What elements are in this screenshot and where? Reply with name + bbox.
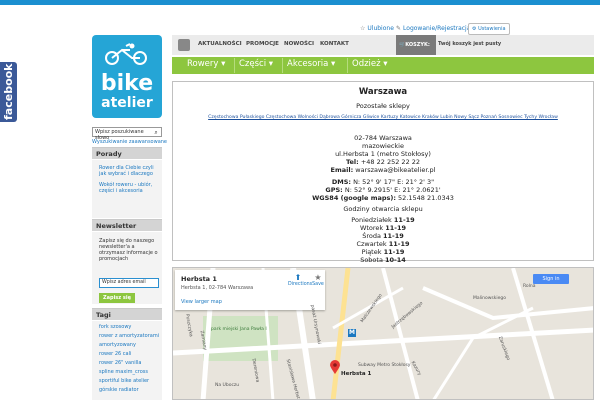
newsletter-email-input[interactable]: Wpisz adres email: [99, 278, 159, 288]
porady-header: Porady: [92, 147, 162, 159]
other-stores-title: Pozostałe sklepy: [356, 102, 410, 110]
map-place-title: Herbsta 1: [181, 275, 217, 283]
search-icon[interactable]: ⌕: [152, 129, 160, 136]
tag-link[interactable]: rower z amortyzatorami: [92, 333, 162, 339]
tag-link[interactable]: amortyzowany: [92, 342, 162, 348]
login-link[interactable]: ✎ Logowanie/Rejestracja: [396, 25, 470, 32]
advanced-search-link[interactable]: Wyszukiwanie zaawansowane: [92, 139, 167, 145]
category-parts[interactable]: Części ▾: [239, 59, 273, 69]
hours-title: Godziny otwarcia sklepu: [343, 205, 423, 213]
store-phone: Tel: +48 22 252 22 22: [345, 158, 421, 166]
logo-word-atelier: atelier: [101, 95, 153, 111]
category-bar: Rowery ▾ Części ▾ Akcesoria ▾ Odzież ▾: [172, 57, 594, 74]
store-address-1: 02-784 Warszawa: [354, 134, 412, 142]
pencil-icon: ✎: [396, 25, 402, 32]
login-label: Logowanie/Rejestracja: [403, 25, 471, 32]
store-city: Warszawa: [358, 87, 408, 97]
bike-icon: [105, 43, 147, 65]
cart-status: Twój koszyk jest pusty: [438, 41, 502, 47]
category-accessories[interactable]: Akcesoria ▾: [287, 59, 335, 69]
main-nav: AKTUALNOŚCI PROMOCJE NOWOŚCI KONTAKT: [172, 35, 594, 55]
porady-link-1[interactable]: Rower dla Ciebie czyli jak wybrać i dlac…: [92, 165, 162, 177]
street-label: Rolna: [523, 284, 536, 289]
category-bikes[interactable]: Rowery ▾: [187, 59, 225, 69]
store-email: Email: warszawa@bikeatelier.pl: [330, 166, 436, 174]
settings-icon: ⚙: [472, 26, 477, 32]
category-clothing[interactable]: Odzież ▾: [352, 59, 388, 69]
facebook-tab[interactable]: facebook: [0, 62, 17, 122]
hours-row: Środa 11-19: [362, 232, 404, 240]
page: bike atelier Wpisz poszukiwane słowo ⌕ W…: [90, 5, 600, 400]
star-icon: ★: [314, 273, 322, 282]
store-address-3: ul.Herbsta 1 (metro Stokłosy): [335, 150, 431, 158]
hours-row: Czwartek 11-19: [356, 240, 410, 248]
save-button[interactable]: ★ Save: [311, 273, 325, 287]
hours-row: Poniedziałek 11-19: [351, 216, 415, 224]
nav-item-news[interactable]: AKTUALNOŚCI: [198, 41, 242, 47]
directions-button[interactable]: ⬆ Directions: [288, 273, 312, 287]
map-place-address: Herbsta 1, 02-784 Warszawa: [181, 285, 254, 291]
favorites-label: Ulubione: [367, 25, 394, 32]
newsletter-subscribe-button[interactable]: Zapisz się: [99, 293, 135, 303]
store-gps: GPS: N: 52° 9.2915' E: 21° 2.0621': [325, 186, 441, 194]
nav-item-promotions[interactable]: PROMOCJE: [246, 41, 279, 47]
map-signin-button[interactable]: Sign in: [533, 274, 569, 284]
tag-link[interactable]: rower 26 cali: [92, 351, 162, 357]
map-info-card: Herbsta 1 Herbsta 1, 02-784 Warszawa Vie…: [175, 270, 325, 310]
divider: [347, 58, 348, 73]
newsletter-box: Zapisz się do naszego newsletter'a a otr…: [92, 232, 162, 304]
tags-box: fork szosowy rower z amortyzatorami amor…: [92, 321, 162, 400]
metro-icon: M: [348, 329, 356, 337]
logo-word-bike: bike: [100, 71, 154, 96]
hours-row: Piątek 11-19: [361, 248, 405, 256]
nav-item-contact[interactable]: KONTAKT: [320, 41, 349, 47]
logo[interactable]: bike atelier: [92, 35, 162, 118]
star-icon: ☆: [360, 25, 366, 32]
tag-link[interactable]: spline maxim_cross: [92, 369, 162, 375]
other-stores-links[interactable]: Częstochowa Pułaskiego Częstochowa Wolno…: [173, 114, 593, 122]
facebook-label: facebook: [2, 63, 15, 121]
newsletter-text: Zapisz się do naszego newsletter'a a otr…: [99, 238, 158, 262]
divider: [282, 58, 283, 73]
divider: [234, 58, 235, 73]
hours-row: Sobota 10-14: [360, 256, 406, 264]
hours-row: Wtorek 11-19: [359, 224, 407, 232]
store-dms: DMS: N: 52° 9' 17" E: 21° 2' 3": [331, 178, 435, 186]
tags-header: Tagi: [92, 308, 162, 320]
tag-link[interactable]: sportiful bike atelier: [92, 378, 162, 384]
settings-button[interactable]: ⚙ Ustawienia: [468, 23, 510, 35]
store-info-panel: Warszawa Pozostałe sklepy Częstochowa Pu…: [172, 81, 594, 264]
newsletter-header: Newsletter: [92, 219, 162, 231]
street-label: Na Uboczu: [215, 383, 240, 388]
map-pin-icon[interactable]: [330, 360, 340, 374]
map-pin-label: Herbsta 1: [341, 371, 372, 377]
nav-item-new[interactable]: NOWOŚCI: [284, 41, 314, 47]
directions-icon: ⬆: [294, 273, 302, 282]
street-label: Malinowskiego: [473, 296, 507, 301]
tag-link[interactable]: rower 26" vanilla: [92, 360, 162, 366]
park-label: park miejski Jana Pawła I: [211, 327, 267, 332]
home-icon[interactable]: [178, 39, 190, 51]
settings-label: Ustawienia: [478, 26, 506, 32]
metro-label: Subway Metro Stokłosy: [358, 363, 411, 368]
porady-box: Rower dla Ciebie czyli jak wybrać i dlac…: [92, 160, 162, 218]
store-wgs: WGS84 (google maps): 52.1548 21.0343: [312, 194, 454, 202]
tag-link[interactable]: górskie radiator: [92, 387, 162, 393]
cart-button[interactable]: 🛒KOSZYK:: [396, 35, 436, 55]
store-address-2: mazowieckie: [362, 142, 404, 150]
view-larger-map-link[interactable]: View larger map: [181, 299, 222, 305]
porady-link-2[interactable]: Wokół roweru - ubiór, części i akcesoria: [92, 182, 162, 194]
tag-link[interactable]: fork szosowy: [92, 324, 162, 330]
favorites-link[interactable]: ☆ Ulubione: [360, 25, 394, 32]
cart-label: KOSZYK:: [405, 42, 430, 48]
store-map[interactable]: Herbsta 1 Herbsta 1, 02-784 Warszawa Vie…: [172, 267, 594, 400]
